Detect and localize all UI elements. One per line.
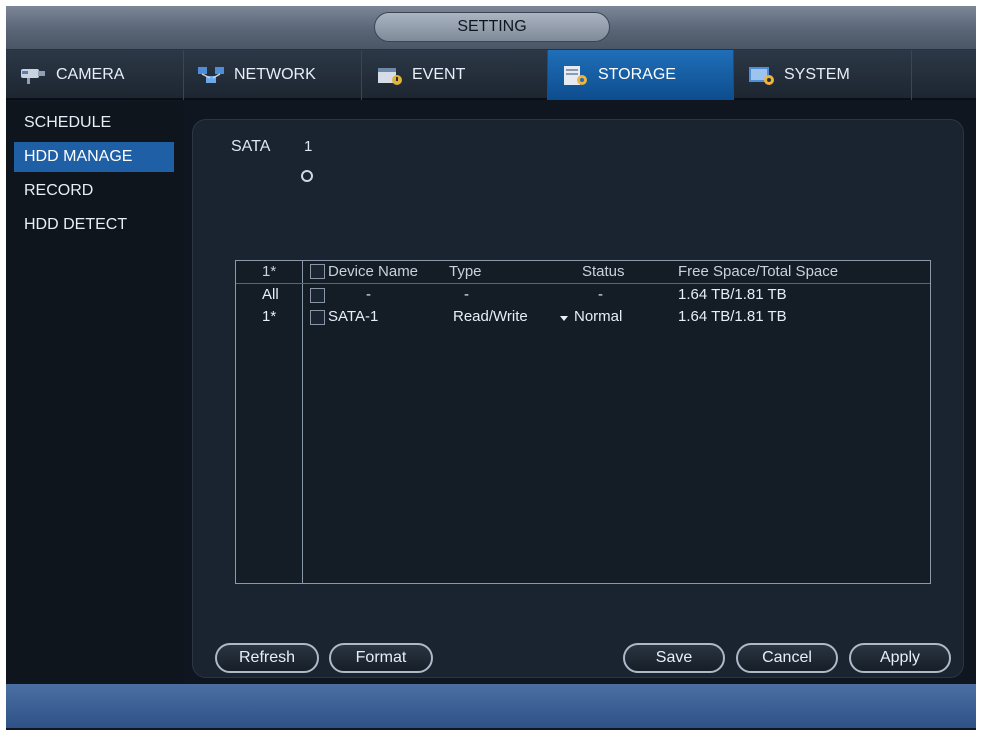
tab-event[interactable]: EVENT (362, 50, 548, 100)
header-index: 1* (262, 263, 277, 280)
row-space: 1.64 TB/1.81 TB (678, 286, 787, 303)
menu-item-record[interactable]: RECORD (14, 176, 174, 206)
system-icon (746, 64, 776, 86)
row-type: Read/Write (453, 308, 528, 325)
sata-label: SATA (231, 138, 271, 155)
column-divider (302, 261, 303, 583)
storage-icon (560, 64, 590, 86)
menu-item-hdd-manage[interactable]: HDD MANAGE (14, 142, 174, 172)
row-checkbox[interactable] (310, 288, 325, 303)
left-menu: SCHEDULE HDD MANAGE RECORD HDD DETECT (6, 102, 184, 682)
status-bar (6, 684, 976, 728)
hdd-table: 1* Device Name Type Status Free Space/To… (235, 260, 931, 584)
header-space: Free Space/Total Space (678, 263, 839, 280)
title-bar: SETTING (6, 6, 976, 50)
row-checkbox[interactable] (310, 310, 325, 325)
refresh-button[interactable]: Refresh (215, 643, 319, 673)
menu-item-schedule[interactable]: SCHEDULE (14, 108, 174, 138)
tab-camera[interactable]: CAMERA (6, 50, 184, 100)
tab-bar: CAMERA NETWORK EVENT STORAGE SYSTEM (6, 50, 976, 100)
row-space: 1.64 TB/1.81 TB (678, 308, 787, 325)
row-device-name: SATA-1 (328, 308, 379, 325)
row-status: - (598, 286, 603, 303)
camera-icon (18, 64, 48, 86)
tab-label: CAMERA (56, 66, 125, 83)
row-device-name: - (366, 286, 371, 303)
window-title: SETTING (374, 12, 610, 42)
tab-label: STORAGE (598, 66, 676, 83)
header-type: Type (449, 263, 482, 280)
sata-port-indicator (301, 170, 313, 182)
tab-network[interactable]: NETWORK (184, 50, 362, 100)
tab-storage[interactable]: STORAGE (548, 50, 734, 100)
cancel-button[interactable]: Cancel (736, 643, 838, 673)
row-index: All (262, 286, 279, 303)
tab-label: NETWORK (234, 66, 316, 83)
header-divider (236, 283, 930, 284)
network-icon (196, 64, 226, 86)
tab-label: SYSTEM (784, 66, 850, 83)
tab-system[interactable]: SYSTEM (734, 50, 912, 100)
header-status: Status (582, 263, 625, 280)
tab-label: EVENT (412, 66, 466, 83)
row-index: 1* (262, 308, 277, 325)
type-dropdown-caret-icon[interactable] (560, 316, 568, 321)
header-device-name: Device Name (328, 263, 419, 280)
apply-button[interactable]: Apply (849, 643, 951, 673)
event-icon (374, 64, 404, 86)
menu-item-hdd-detect[interactable]: HDD DETECT (14, 210, 174, 240)
sata-port-number: 1 (304, 138, 313, 155)
settings-window: SETTING CAMERA NETWORK EVENT STORAGE SYS… (6, 6, 976, 730)
select-all-checkbox[interactable] (310, 264, 325, 279)
row-type: - (464, 286, 469, 303)
row-status: Normal (574, 308, 623, 325)
format-button[interactable]: Format (329, 643, 433, 673)
save-button[interactable]: Save (623, 643, 725, 673)
hdd-manage-panel: SATA 1 1* Device Name Type Status Free S… (192, 119, 964, 678)
